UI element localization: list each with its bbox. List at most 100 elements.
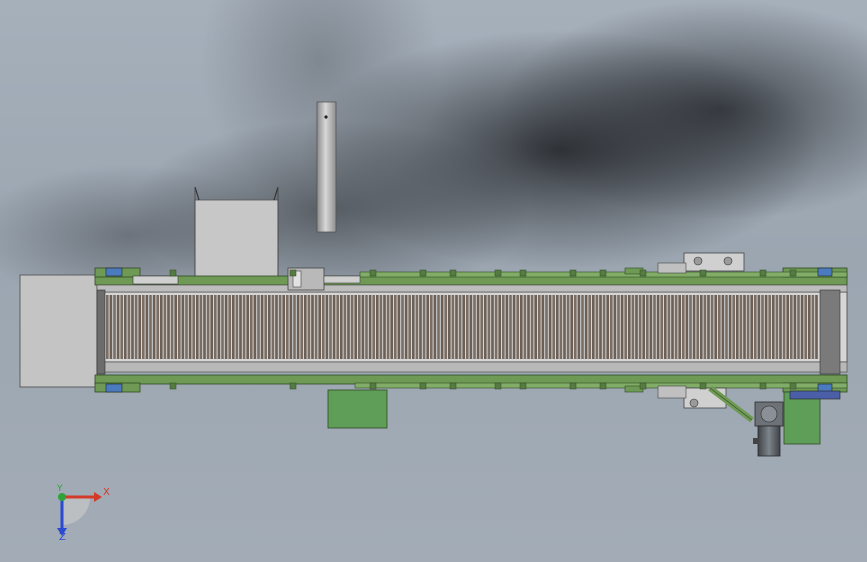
frame-bolt [789, 382, 797, 390]
belt-slat [278, 295, 282, 359]
frame-bolt [699, 269, 707, 277]
belt-slat [545, 295, 548, 359]
belt-slat [635, 295, 638, 359]
belt-slat [732, 295, 735, 359]
belt-slat [671, 295, 674, 359]
belt-slat [163, 295, 167, 359]
belt-slat [502, 295, 505, 359]
belt-slat [224, 295, 228, 359]
end-housing[interactable] [19, 274, 98, 388]
belt-slat [703, 295, 707, 359]
belt-slat [142, 295, 145, 359]
belt-slat [365, 295, 368, 359]
belt-slat [512, 295, 516, 359]
frame-bolt [419, 269, 427, 277]
belt-slat [376, 295, 379, 359]
belt-slat [642, 295, 645, 359]
belt-slat [113, 295, 116, 359]
belt-slat [347, 295, 350, 359]
belt-slat [581, 295, 584, 359]
frame-bolt [419, 382, 427, 390]
belt-slat [350, 295, 354, 359]
belt-lower-strip [96, 361, 848, 373]
bearing-block-top-right[interactable] [817, 267, 833, 277]
belt-slat [728, 295, 732, 359]
belt-slat [426, 295, 429, 359]
belt-slat [322, 295, 325, 359]
belt-slat [275, 295, 278, 359]
belt-slat [750, 295, 753, 359]
tail-roller[interactable] [819, 289, 841, 375]
belt-slat [534, 295, 537, 359]
belt-slat [523, 295, 527, 359]
belt-slat [660, 295, 663, 359]
head-roller[interactable] [96, 289, 106, 375]
belt-slat [757, 295, 761, 359]
belt-slat [250, 295, 253, 359]
belt-slat [620, 295, 624, 359]
cad-viewport[interactable]: X Y Z [0, 0, 867, 562]
belt-slat [268, 295, 271, 359]
belt-slat [260, 295, 264, 359]
belt-slat [149, 295, 152, 359]
conveyor-model[interactable] [0, 0, 867, 562]
belt-slat [145, 295, 149, 359]
belt-slat [743, 295, 746, 359]
belt-slat [127, 295, 131, 359]
belt-slat [214, 295, 217, 359]
vertical-pipe[interactable] [316, 101, 337, 233]
belt-slat [199, 295, 203, 359]
belt-slat [430, 295, 433, 359]
belt-upper-strip [96, 284, 848, 293]
hopper[interactable] [194, 186, 279, 279]
belt-slat [498, 295, 501, 359]
belt-slat [491, 295, 494, 359]
frame-bottom-rail[interactable] [94, 374, 848, 393]
belt-slat [311, 295, 314, 359]
drive-guard[interactable] [327, 389, 388, 429]
belt-slat [602, 295, 606, 359]
belt-slat [437, 295, 440, 359]
belt-slat [606, 295, 609, 359]
frame-bolt [519, 382, 527, 390]
belt-slat [631, 295, 635, 359]
belt-slat [235, 295, 239, 359]
frame-bolt [599, 382, 607, 390]
belt-slat [167, 295, 170, 359]
belt-slat [638, 295, 642, 359]
gear-motor[interactable] [753, 401, 784, 457]
belt-slat [185, 295, 188, 359]
belt-slat [797, 295, 800, 359]
belt-slat [480, 295, 483, 359]
belt-slat [257, 295, 260, 359]
belt-slat [386, 295, 390, 359]
frame-bolt [759, 382, 767, 390]
belt-slat [588, 295, 591, 359]
belt-slat [707, 295, 710, 359]
belt-slat [570, 295, 573, 359]
belt-slat [368, 295, 372, 359]
belt-slat [419, 295, 422, 359]
belt-slat [394, 295, 397, 359]
belt-slat [815, 295, 818, 359]
bearing-block-top-left[interactable] [105, 267, 123, 277]
belt-slat [415, 295, 419, 359]
bearing-block-bottom-left[interactable] [105, 383, 123, 393]
belt-slat [221, 295, 224, 359]
belt-slat [487, 295, 491, 359]
belt-slat [286, 295, 289, 359]
frame-bolt [369, 269, 377, 277]
motor-mount-plate[interactable] [783, 390, 841, 445]
z-axis-label: Z [59, 532, 66, 543]
belt-slat [649, 295, 653, 359]
belt-slat [692, 295, 696, 359]
belt-slat [300, 295, 303, 359]
belt-slat [624, 295, 627, 359]
belt-slat [664, 295, 667, 359]
belt-slat [412, 295, 415, 359]
belt-slat [232, 295, 235, 359]
belt-slat [318, 295, 321, 359]
y-axis-label: Y [57, 484, 63, 494]
belt-slat [451, 295, 455, 359]
belt-slat [530, 295, 534, 359]
